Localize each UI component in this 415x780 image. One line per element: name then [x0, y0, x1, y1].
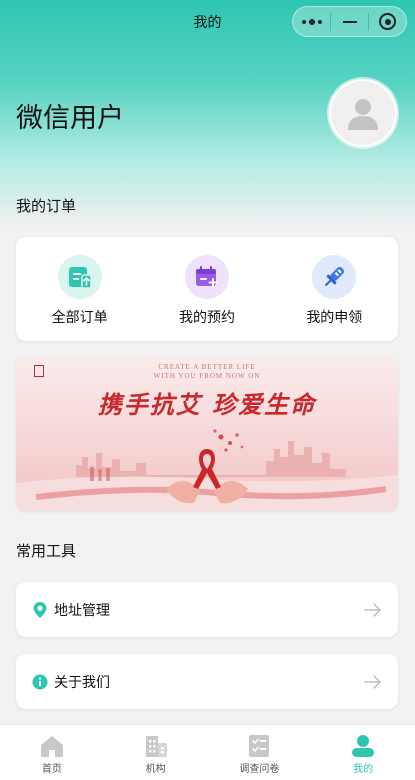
tab-home[interactable]: 首页 — [0, 725, 104, 780]
location-pin-icon — [33, 601, 47, 618]
order-item-claim[interactable]: 我的申领 — [271, 237, 398, 341]
user-icon — [352, 735, 375, 757]
tab-institution[interactable]: 机构 — [104, 725, 208, 780]
tab-bar: 首页 机构 调查问卷 我的 — [0, 724, 415, 780]
navigation-bar: 我的 — [0, 0, 415, 44]
order-item-all[interactable]: 全部订单 — [16, 237, 143, 341]
tab-mine[interactable]: 我的 — [311, 725, 415, 780]
syringe-icon — [312, 255, 357, 299]
more-dots-icon — [301, 18, 322, 25]
tool-label-about: 关于我们 — [54, 674, 110, 691]
order-label-claim: 我的申领 — [306, 310, 363, 326]
order-list-icon — [57, 255, 102, 299]
tab-label-institution: 机构 — [145, 764, 166, 775]
order-item-appointment[interactable]: 我的预约 — [143, 237, 270, 341]
close-button[interactable] — [369, 7, 406, 36]
page-title: 我的 — [193, 15, 222, 31]
close-target-icon — [379, 13, 396, 30]
tool-label-address: 地址管理 — [54, 602, 110, 619]
minimize-button[interactable] — [331, 7, 368, 36]
user-avatar-icon — [348, 99, 378, 130]
tool-item-about[interactable]: 关于我们 — [16, 654, 398, 709]
orders-card: 全部订单 我的预约 我的申领 — [16, 237, 398, 341]
promo-banner[interactable]: CREATE A BETTER LIFE WITH YOU FROM NOW O… — [16, 357, 398, 511]
home-icon — [40, 736, 63, 757]
banner-illustration — [16, 429, 398, 511]
calendar-plus-icon — [184, 255, 229, 299]
checklist-icon — [249, 735, 270, 757]
tab-label-home: 首页 — [41, 764, 62, 775]
tool-item-address[interactable]: 地址管理 — [16, 582, 398, 637]
tab-label-survey: 调查问卷 — [239, 764, 280, 775]
tools-section-title: 常用工具 — [16, 542, 77, 560]
order-label-appointment: 我的预约 — [178, 310, 235, 326]
tab-label-mine: 我的 — [353, 764, 374, 775]
info-icon — [32, 674, 48, 689]
building-icon — [145, 736, 167, 757]
mini-program-capsule — [292, 6, 407, 37]
minimize-icon — [342, 20, 357, 23]
more-button[interactable] — [293, 7, 330, 36]
username: 微信用户 — [16, 103, 124, 134]
tab-survey[interactable]: 调查问卷 — [208, 725, 312, 780]
orders-section-title: 我的订单 — [16, 197, 77, 215]
order-label-all: 全部订单 — [51, 310, 108, 326]
avatar[interactable] — [329, 79, 397, 147]
arrow-right-icon — [364, 674, 381, 689]
arrow-right-icon — [364, 602, 381, 617]
